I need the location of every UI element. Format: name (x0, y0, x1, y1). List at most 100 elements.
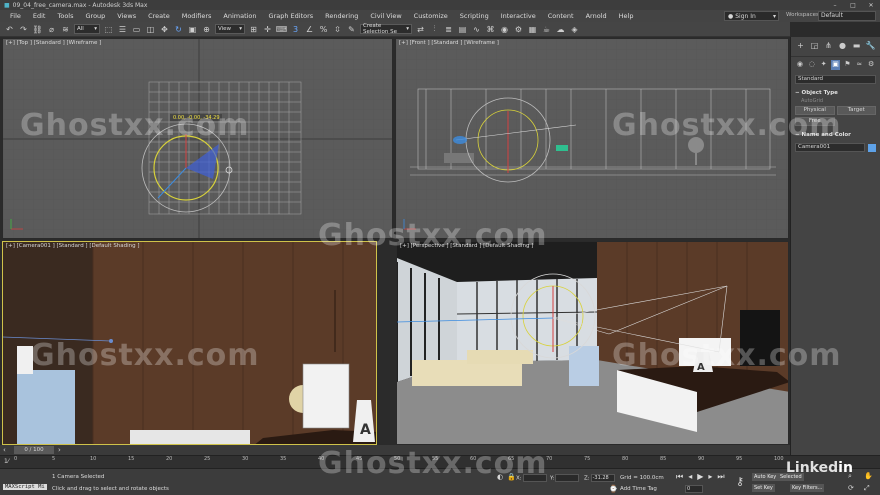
undo-icon[interactable]: ↶ (4, 24, 15, 35)
set-key-button[interactable]: Set Key (752, 484, 775, 492)
rotate-icon[interactable]: ↻ (173, 24, 184, 35)
menu-item-customize[interactable]: Customize (408, 12, 454, 20)
viewport-label[interactable]: [+] [Perspective ] [Standard ] [Default … (400, 243, 533, 249)
cameras-icon[interactable]: ▣ (830, 60, 841, 70)
place-icon[interactable]: ⊕ (201, 24, 212, 35)
go-to-start-icon[interactable]: ⏮ (676, 472, 683, 482)
pivot-center-icon[interactable]: ⊞ (248, 24, 259, 35)
redo-icon[interactable]: ↷ (18, 24, 29, 35)
previous-frame-icon[interactable]: ◂ (688, 472, 692, 482)
next-frame-icon[interactable]: ▸ (708, 472, 712, 482)
workspaces-select[interactable]: Default (818, 11, 876, 21)
window-crossing-icon[interactable]: ◫ (145, 24, 156, 35)
camera-type-select[interactable]: Standard (795, 75, 876, 84)
material-editor-icon[interactable]: ◉ (499, 24, 510, 35)
chevron-left-icon[interactable]: ‹ (3, 446, 6, 454)
viewport-camera[interactable]: [+] [Camera001 ] [Standard ] [Default Sh… (2, 241, 377, 445)
select-by-name-icon[interactable]: ☰ (117, 24, 128, 35)
z-field[interactable]: -31.28 (590, 474, 615, 482)
menu-item-group[interactable]: Group (80, 12, 112, 20)
add-time-tag[interactable]: Add Time Tag (620, 486, 657, 492)
play-icon[interactable]: ▶ (697, 472, 703, 482)
minimize-icon[interactable]: – (826, 2, 844, 9)
menu-item-civil-view[interactable]: Civil View (364, 12, 407, 20)
menu-item-scripting[interactable]: Scripting (454, 12, 495, 20)
chevron-right-icon[interactable]: › (58, 446, 61, 454)
menu-item-rendering[interactable]: Rendering (319, 12, 364, 20)
menu-item-help[interactable]: Help (613, 12, 640, 20)
menu-item-animation[interactable]: Animation (217, 12, 262, 20)
menu-item-content[interactable]: Content (542, 12, 580, 20)
motion-tab-icon[interactable]: ● (837, 41, 848, 52)
lights-icon[interactable]: ✦ (819, 60, 829, 70)
viewport-top[interactable]: [+] [Top ] [Standard ] [Wireframe ] 0.00… (2, 38, 393, 239)
selection-filter-select[interactable]: All ▾ (74, 24, 100, 34)
angle-snap-icon[interactable]: ∠ (304, 24, 315, 35)
auto-key-button[interactable]: Auto Key (752, 473, 779, 481)
track-bar[interactable]: 1⁄ 0 5 10 15 20 25 30 35 40 45 50 55 60 65 70 75 80 85 90 9… (0, 455, 880, 468)
toggle-ribbon-icon[interactable]: ▤ (457, 24, 468, 35)
name-color-title[interactable]: − Name and Color (795, 130, 876, 140)
spacewarps-icon[interactable]: ≈ (854, 60, 864, 70)
edit-named-sets-icon[interactable]: ✎ (346, 24, 357, 35)
shapes-icon[interactable]: ◌ (807, 60, 817, 70)
isolate-selection-icon[interactable]: ◐ (497, 473, 503, 481)
select-object-icon[interactable]: ⬚ (103, 24, 114, 35)
rect-selection-icon[interactable]: ▭ (131, 24, 142, 35)
move-icon[interactable]: ✥ (159, 24, 170, 35)
spinner-snap-icon[interactable]: ⇳ (332, 24, 343, 35)
scale-icon[interactable]: ▣ (187, 24, 198, 35)
curve-editor-icon[interactable]: ∿ (471, 24, 482, 35)
hierarchy-tab-icon[interactable]: ⋔ (823, 41, 834, 52)
geometry-icon[interactable]: ◉ (795, 60, 805, 70)
menu-item-create[interactable]: Create (142, 12, 176, 20)
select-manipulate-icon[interactable]: ✛ (262, 24, 273, 35)
render-setup-icon[interactable]: ⚙ (513, 24, 524, 35)
object-name-field[interactable]: Camera001 (795, 143, 865, 152)
menu-item-tools[interactable]: Tools (51, 12, 79, 20)
menu-item-views[interactable]: Views (111, 12, 142, 20)
pan-icon[interactable]: ✋ (864, 472, 873, 480)
key-filters-button[interactable]: Key Filters... (790, 484, 825, 492)
current-frame-field[interactable]: 0 (684, 485, 703, 493)
named-selection-select[interactable]: Create Selection Se ▾ (360, 23, 412, 35)
link-icon[interactable]: ⛓ (32, 24, 43, 35)
time-slider[interactable]: 0 / 100 (14, 446, 54, 454)
viewport-label[interactable]: [+] [Camera001 ] [Standard ] [Default Sh… (6, 243, 140, 249)
free-camera-button[interactable]: Free (795, 117, 835, 126)
viewport-front[interactable]: [+] [Front ] [Standard ] [Wireframe ] (395, 38, 789, 239)
menu-item-edit[interactable]: Edit (27, 12, 52, 20)
render-cloud-icon[interactable]: ☁ (555, 24, 566, 35)
menu-item-arnold[interactable]: Arnold (580, 12, 613, 20)
schematic-view-icon[interactable]: ⌘ (485, 24, 496, 35)
helpers-icon[interactable]: ⚑ (842, 60, 852, 70)
selection-lock-icon[interactable]: 🔒 (507, 473, 516, 481)
y-field[interactable] (555, 474, 580, 482)
object-color-swatch[interactable] (868, 143, 876, 152)
modify-tab-icon[interactable]: ◲ (809, 41, 820, 52)
rendered-frame-icon[interactable]: ▦ (527, 24, 538, 35)
menu-item-graph-editors[interactable]: Graph Editors (263, 12, 320, 20)
menu-item-interactive[interactable]: Interactive (495, 12, 542, 20)
viewport-perspective[interactable]: [+] [Perspective ] [Standard ] [Default … (396, 241, 789, 445)
object-type-title[interactable]: − Object Type (795, 88, 876, 98)
maximize-icon[interactable]: □ (844, 2, 862, 9)
utilities-tab-icon[interactable]: 🔧 (865, 41, 876, 52)
display-tab-icon[interactable]: ▬ (851, 41, 862, 52)
maxscript-listener[interactable]: MAXScript Mi (3, 484, 47, 490)
bind-spacewarp-icon[interactable]: ≋ (60, 24, 71, 35)
set-key-icon[interactable]: ⚷ (736, 475, 744, 488)
systems-icon[interactable]: ⚙ (866, 60, 876, 70)
viewport-label[interactable]: [+] [Top ] [Standard ] [Wireframe ] (6, 40, 101, 46)
orbit-icon[interactable]: ⟳ (848, 484, 854, 492)
keyboard-shortcut-icon[interactable]: ⌨ (276, 24, 288, 35)
layer-explorer-icon[interactable]: ≣ (443, 24, 454, 35)
x-field[interactable] (522, 474, 547, 482)
time-tag-icon[interactable]: ⌚ (609, 485, 618, 493)
a360-icon[interactable]: ◈ (569, 24, 580, 35)
ref-coord-select[interactable]: View ▾ (215, 24, 245, 34)
close-icon[interactable]: ✕ (862, 2, 880, 9)
maximize-viewport-icon[interactable]: ⤢ (864, 484, 870, 493)
autogrid-checkbox[interactable]: AutoGrid (795, 98, 876, 104)
unlink-icon[interactable]: ⌀ (46, 24, 57, 35)
